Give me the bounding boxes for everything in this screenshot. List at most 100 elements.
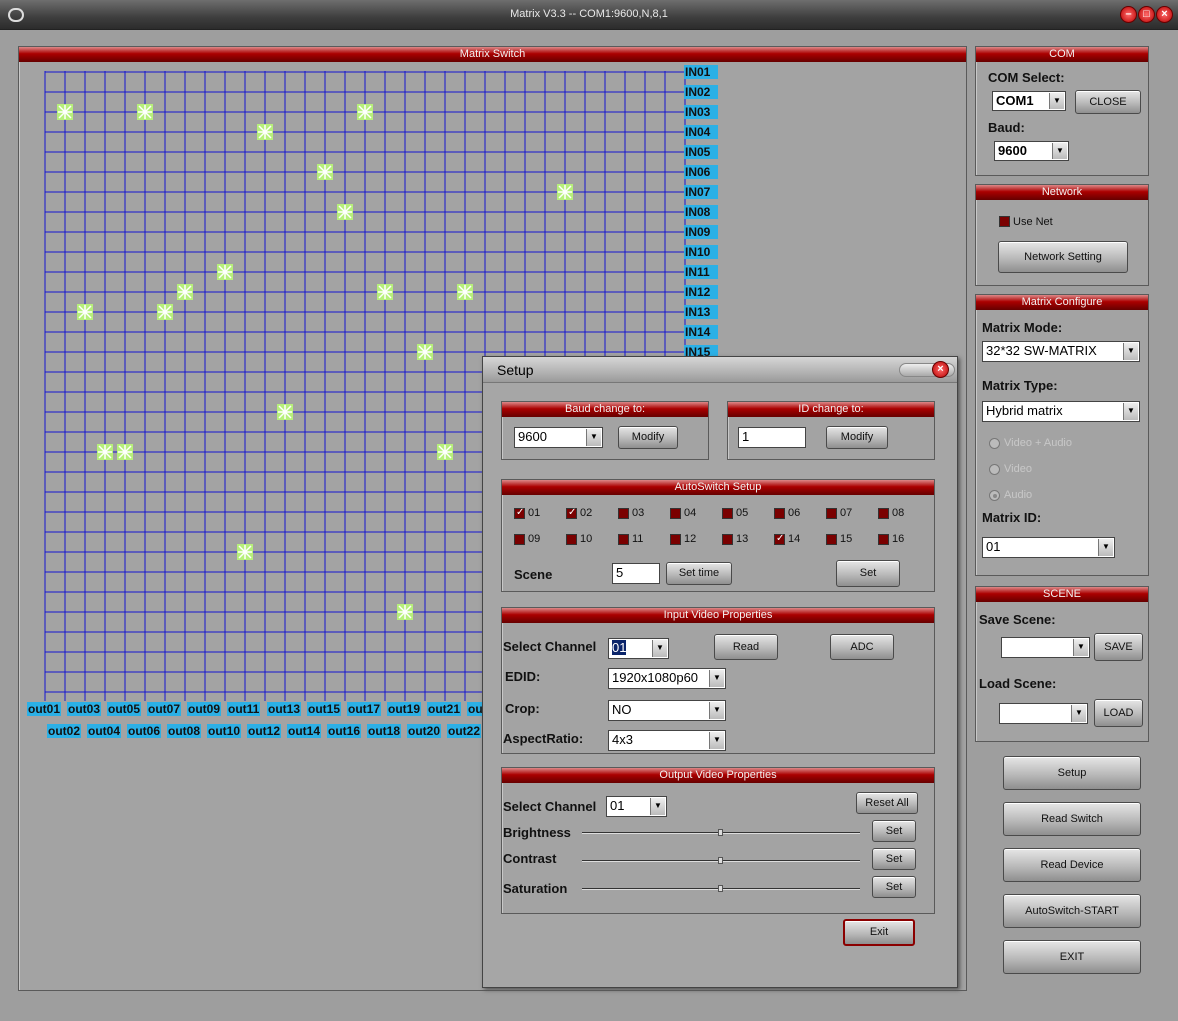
autoswitch-start-button[interactable]: AutoSwitch-START <box>1003 894 1141 928</box>
close-icon[interactable]: × <box>1156 6 1173 23</box>
read-device-button[interactable]: Read Device <box>1003 848 1141 882</box>
reset-all-button[interactable]: Reset All <box>856 792 918 814</box>
read-switch-button[interactable]: Read Switch <box>1003 802 1141 836</box>
autoswitch-channel-05-checkbox[interactable] <box>722 508 733 519</box>
connection-marker[interactable] <box>217 264 233 280</box>
connection-marker[interactable] <box>357 104 373 120</box>
maximize-icon[interactable]: □ <box>1138 6 1155 23</box>
close-port-button[interactable]: CLOSE <box>1075 90 1141 114</box>
com-panel: COM COM Select: COM1 ▼ CLOSE Baud: 9600 ▼ <box>975 46 1149 176</box>
input-channel-value: 01 <box>612 640 627 655</box>
connection-marker[interactable] <box>437 444 453 460</box>
output-label: out06 <box>127 724 162 738</box>
exit-app-button[interactable]: EXIT <box>1003 940 1141 974</box>
dialog-close-icon[interactable]: × <box>932 361 949 378</box>
read-input-button[interactable]: Read <box>714 634 778 660</box>
save-scene-button[interactable]: SAVE <box>1094 633 1143 661</box>
baud-modify-button[interactable]: Modify <box>618 426 678 449</box>
autoswitch-channel-06-checkbox[interactable] <box>774 508 785 519</box>
connection-marker[interactable] <box>117 444 133 460</box>
connection-marker[interactable] <box>457 284 473 300</box>
setup-button[interactable]: Setup <box>1003 756 1141 790</box>
matrix-type-select[interactable]: Hybrid matrix ▼ <box>982 401 1140 422</box>
baud-change-title: Baud change to: <box>502 402 708 417</box>
matrix-type-label: Matrix Type: <box>982 378 1058 393</box>
saturation-slider[interactable] <box>582 885 860 892</box>
aspect-ratio-select[interactable]: 4x3 ▼ <box>608 730 726 751</box>
connection-marker[interactable] <box>277 404 293 420</box>
set-time-button[interactable]: Set time <box>666 562 732 585</box>
network-setting-button[interactable]: Network Setting <box>998 241 1128 273</box>
connection-marker[interactable] <box>377 284 393 300</box>
connection-marker[interactable] <box>137 104 153 120</box>
contrast-slider[interactable] <box>582 857 860 864</box>
connection-marker[interactable] <box>77 304 93 320</box>
matrix-id-select[interactable]: 01 ▼ <box>982 537 1115 558</box>
use-net-checkbox[interactable] <box>999 216 1010 227</box>
autoswitch-channel-15-checkbox[interactable] <box>826 534 837 545</box>
minimize-icon[interactable]: – <box>1120 6 1137 23</box>
autoswitch-channel-label: 07 <box>840 507 853 519</box>
autoswitch-channel-09-checkbox[interactable] <box>514 534 525 545</box>
saturation-set-button[interactable]: Set <box>872 876 916 898</box>
radio-audio[interactable] <box>989 490 1000 501</box>
contrast-slider-thumb[interactable] <box>718 857 723 864</box>
crop-select[interactable]: NO ▼ <box>608 700 726 721</box>
connection-marker[interactable] <box>257 124 273 140</box>
chevron-down-icon: ▼ <box>709 670 724 687</box>
autoswitch-channel-label: 01 <box>528 507 541 519</box>
autoswitch-channel-14-checkbox[interactable] <box>774 533 785 545</box>
connection-marker[interactable] <box>57 104 73 120</box>
connection-marker[interactable] <box>317 164 333 180</box>
autoswitch-channel-11-checkbox[interactable] <box>618 534 629 545</box>
autoswitch-channel-10-checkbox[interactable] <box>566 534 577 545</box>
autoswitch-channel-13-checkbox[interactable] <box>722 534 733 545</box>
output-label: out03 <box>67 702 102 716</box>
autoswitch-channel-03-checkbox[interactable] <box>618 508 629 519</box>
setup-exit-button[interactable]: Exit <box>843 919 915 946</box>
autoswitch-channel-01-checkbox[interactable] <box>514 507 525 519</box>
save-scene-select[interactable]: ▼ <box>1001 637 1090 658</box>
connection-marker[interactable] <box>237 544 253 560</box>
edid-select[interactable]: 1920x1080p60 ▼ <box>608 668 726 689</box>
id-change-input[interactable]: 1 <box>738 427 806 448</box>
autoswitch-channel-08-checkbox[interactable] <box>878 508 889 519</box>
autoswitch-set-button[interactable]: Set <box>836 560 900 587</box>
connection-marker[interactable] <box>177 284 193 300</box>
connection-marker[interactable] <box>97 444 113 460</box>
input-channel-select[interactable]: 01 ▼ <box>608 638 669 659</box>
baud-change-select[interactable]: 9600 ▼ <box>514 427 603 448</box>
brightness-set-button[interactable]: Set <box>872 820 916 842</box>
scene-input[interactable]: 5 <box>612 563 660 584</box>
load-scene-button[interactable]: LOAD <box>1094 699 1143 727</box>
autoswitch-channel-12-checkbox[interactable] <box>670 534 681 545</box>
saturation-slider-thumb[interactable] <box>718 885 723 892</box>
connection-marker[interactable] <box>337 204 353 220</box>
brightness-slider[interactable] <box>582 829 860 836</box>
radio-video[interactable] <box>989 464 1000 475</box>
radio-video-audio[interactable] <box>989 438 1000 449</box>
chevron-down-icon: ▼ <box>1098 539 1113 556</box>
connection-marker[interactable] <box>557 184 573 200</box>
output-channel-select[interactable]: 01 ▼ <box>606 796 667 817</box>
autoswitch-channel-07-checkbox[interactable] <box>826 508 837 519</box>
output-label: out19 <box>387 702 422 716</box>
adc-button[interactable]: ADC <box>830 634 894 660</box>
autoswitch-channel-02-checkbox[interactable] <box>566 507 577 519</box>
contrast-set-button[interactable]: Set <box>872 848 916 870</box>
load-scene-select[interactable]: ▼ <box>999 703 1088 724</box>
id-modify-button[interactable]: Modify <box>826 426 888 449</box>
radio-video-label: Video <box>1004 463 1032 475</box>
autoswitch-channel-16-checkbox[interactable] <box>878 534 889 545</box>
connection-marker[interactable] <box>157 304 173 320</box>
input-label-in02: IN02 <box>684 85 718 99</box>
chevron-down-icon: ▼ <box>1049 93 1064 109</box>
brightness-slider-thumb[interactable] <box>718 829 723 836</box>
connection-marker[interactable] <box>417 344 433 360</box>
matrix-mode-select[interactable]: 32*32 SW-MATRIX ▼ <box>982 341 1140 362</box>
com-port-select[interactable]: COM1 ▼ <box>992 91 1066 111</box>
connection-marker[interactable] <box>397 604 413 620</box>
autoswitch-channel-04-checkbox[interactable] <box>670 508 681 519</box>
contrast-label: Contrast <box>503 851 557 866</box>
baud-select[interactable]: 9600 ▼ <box>994 141 1069 161</box>
